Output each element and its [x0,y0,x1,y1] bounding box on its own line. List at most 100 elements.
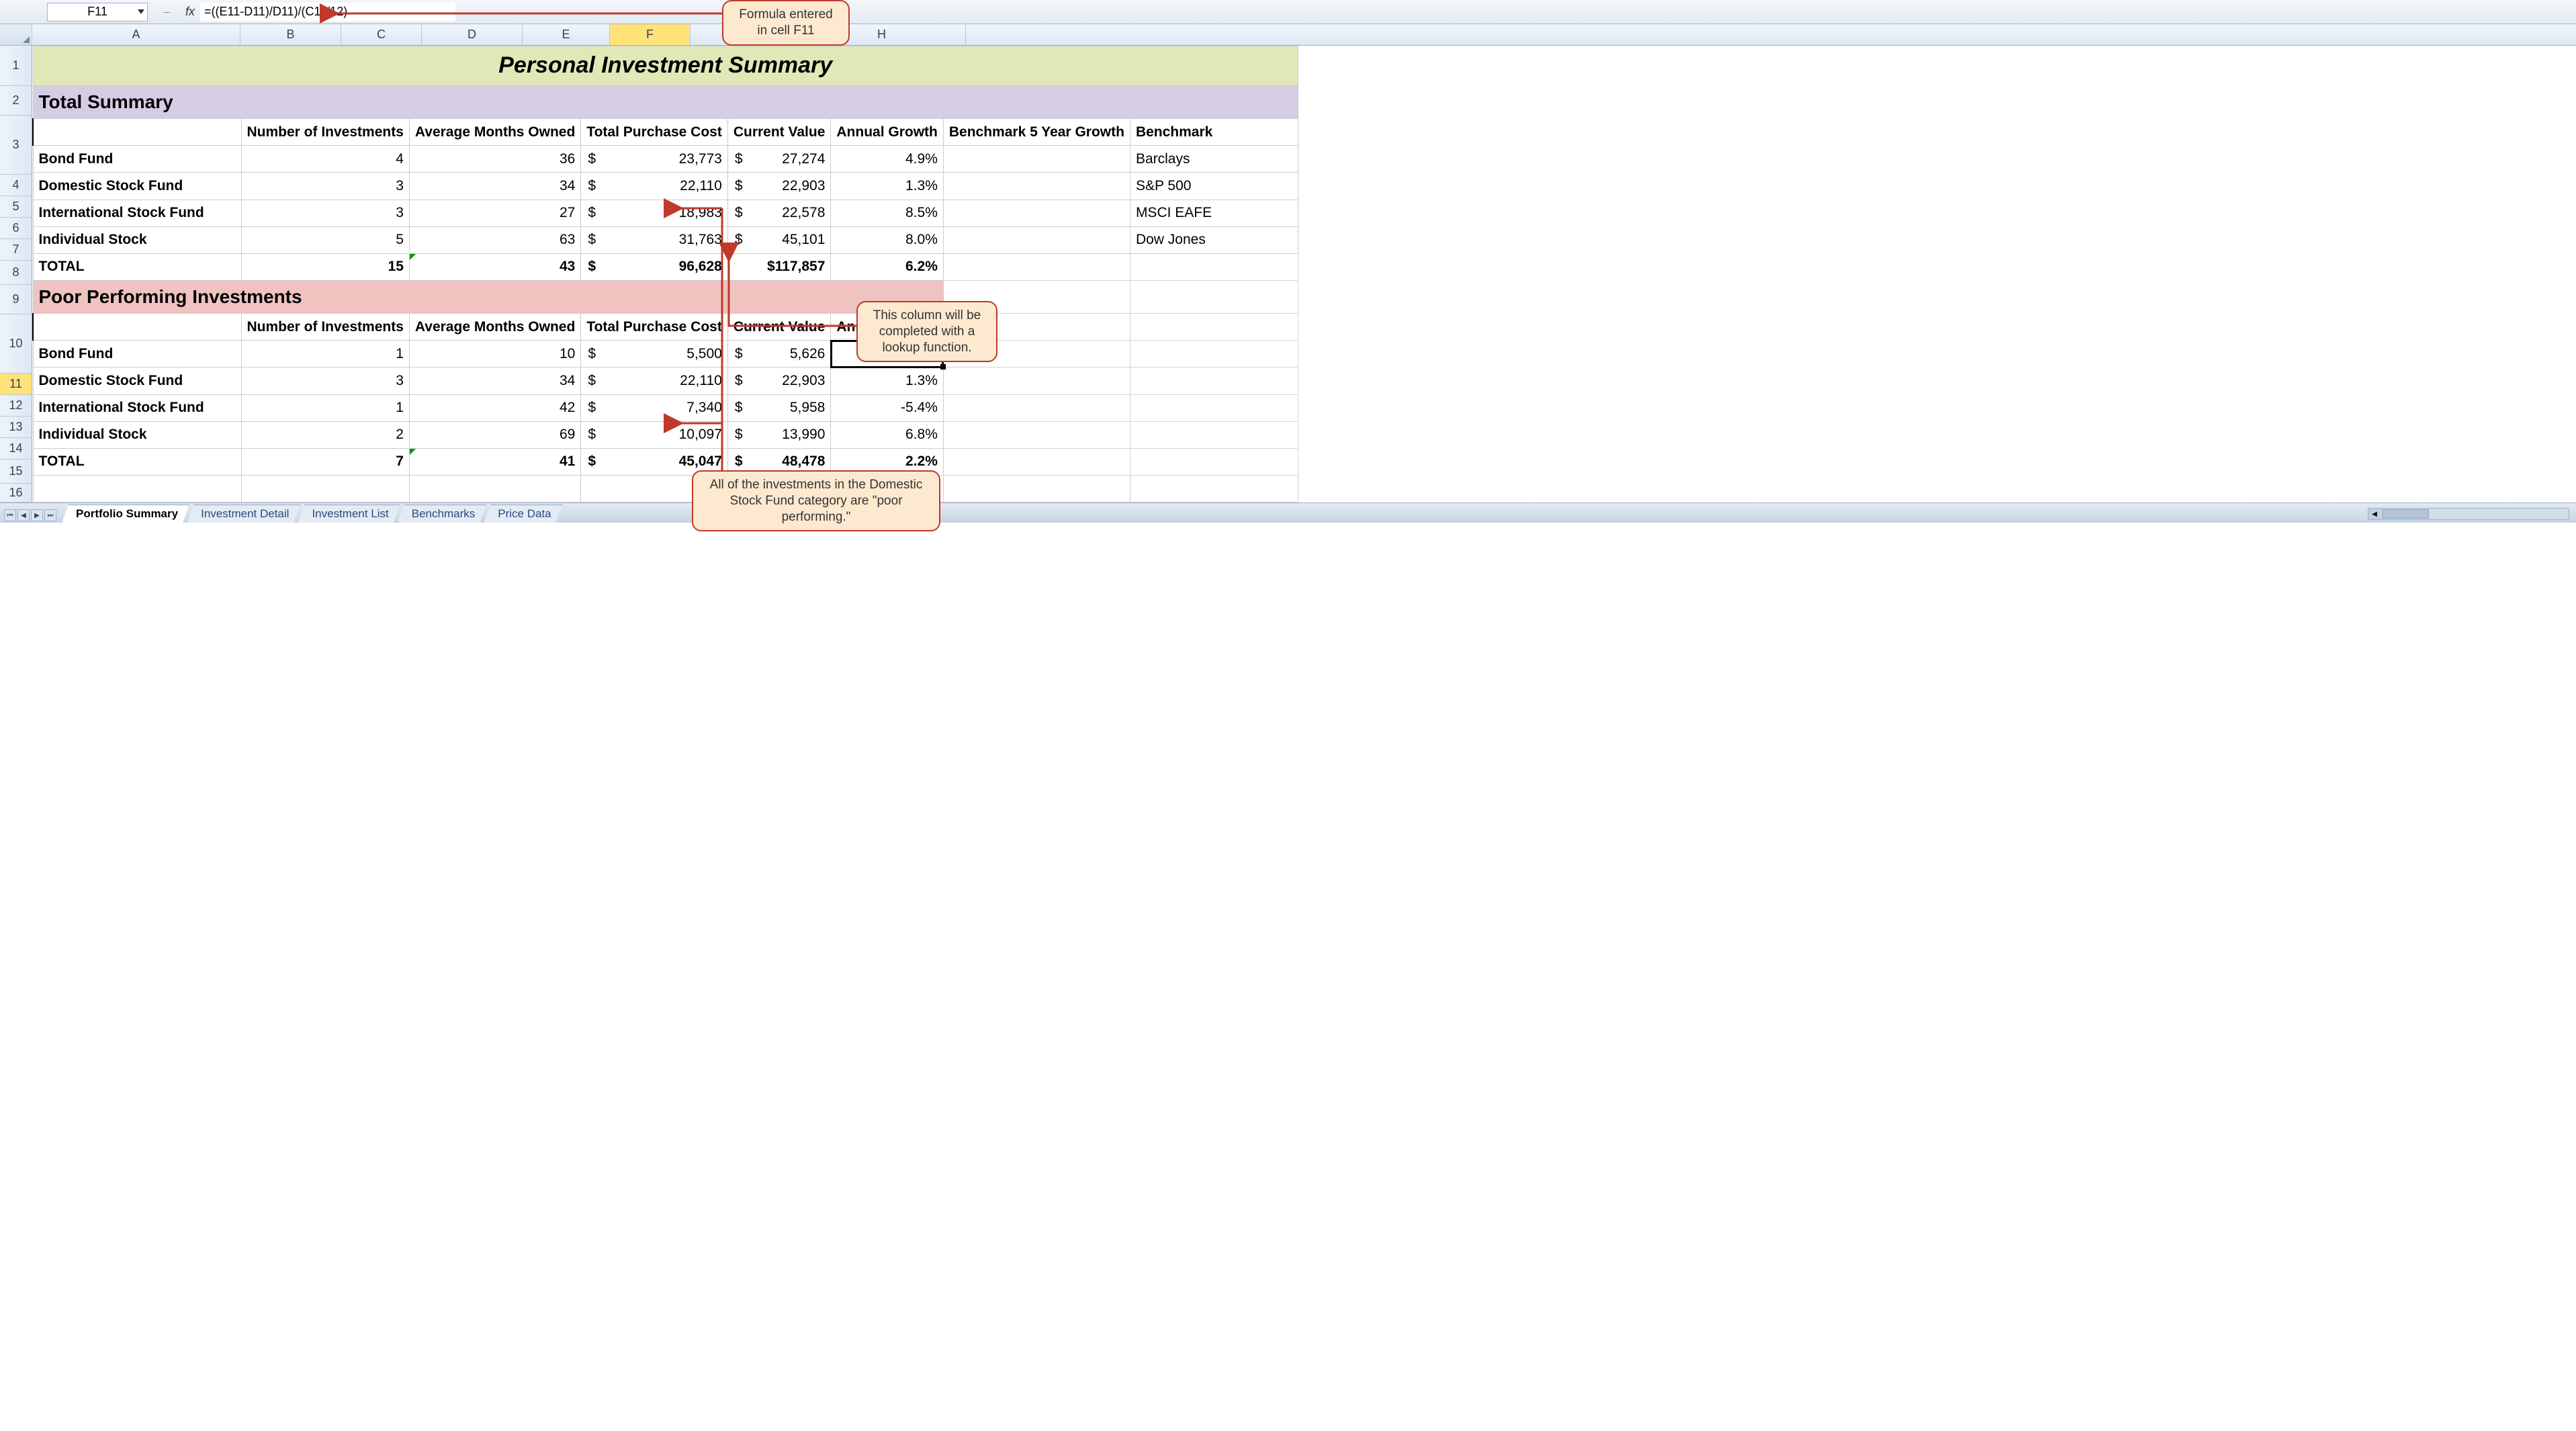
hdr2-avg-months[interactable]: Average Months Owned [409,314,580,341]
col-header-b[interactable]: B [240,24,341,45]
cell-d14[interactable]: $10,097 [581,421,728,448]
tab-nav-last-icon[interactable]: ⏭ [44,509,56,521]
horizontal-scrollbar[interactable]: ◀ [2368,508,2569,520]
row-header-1[interactable]: 1 [0,46,32,86]
row-header-4[interactable]: 4 [0,175,32,196]
cell-h16[interactable] [1130,475,1298,502]
cell-b8[interactable]: 15 [241,253,409,280]
cell-d13[interactable]: $7,340 [581,394,728,421]
cell-h14[interactable] [1130,421,1298,448]
cell-c13[interactable]: 42 [409,394,580,421]
cell-d12[interactable]: $22,110 [581,367,728,394]
cell-e7[interactable]: $45,101 [727,226,831,253]
cell-a11[interactable]: Bond Fund [33,341,241,367]
tab-benchmarks[interactable]: Benchmarks [398,505,486,523]
cell-b5[interactable]: 3 [241,173,409,200]
cell-g12[interactable] [943,367,1130,394]
col-header-a[interactable]: A [32,24,240,45]
hdr2-blank[interactable] [33,314,241,341]
cell-f6[interactable]: 8.5% [831,200,944,226]
cell-d8[interactable]: $96,628 [581,253,728,280]
cell-c11[interactable]: 10 [409,341,580,367]
col-header-c[interactable]: C [341,24,422,45]
row-header-2[interactable]: 2 [0,86,32,116]
section-total-summary[interactable]: Total Summary [33,85,1298,118]
cell-h10[interactable] [1130,314,1298,341]
cell-h12[interactable] [1130,367,1298,394]
cell-c4[interactable]: 36 [409,146,580,173]
cell-f14[interactable]: 6.8% [831,421,944,448]
cell-h5[interactable]: S&P 500 [1130,173,1298,200]
cell-a4[interactable]: Bond Fund [33,146,241,173]
cell-h9[interactable] [1130,280,1298,313]
tab-price-data[interactable]: Price Data [484,505,562,523]
row-header-7[interactable]: 7 [0,239,32,261]
cell-c16[interactable] [409,475,580,502]
cell-g6[interactable] [943,200,1130,226]
cell-g5[interactable] [943,173,1130,200]
row-header-5[interactable]: 5 [0,196,32,218]
cell-f8[interactable]: 6.2% [831,253,944,280]
hdr-benchmark[interactable]: Benchmark [1130,119,1298,146]
cell-a7[interactable]: Individual Stock [33,226,241,253]
cell-a16[interactable] [33,475,241,502]
row-header-12[interactable]: 12 [0,395,32,417]
hdr-benchmark-growth[interactable]: Benchmark 5 Year Growth [943,119,1130,146]
cell-a14[interactable]: Individual Stock [33,421,241,448]
cell-h7[interactable]: Dow Jones [1130,226,1298,253]
cell-e12[interactable]: $22,903 [727,367,831,394]
cell-g16[interactable] [943,475,1130,502]
cell-g14[interactable] [943,421,1130,448]
row-header-10[interactable]: 10 [0,314,32,374]
cell-h4[interactable]: Barclays [1130,146,1298,173]
tab-investment-detail[interactable]: Investment Detail [187,505,300,523]
formula-input[interactable]: =((E11-D11)/D11)/(C11/12) [200,3,455,21]
col-header-f[interactable]: F [610,24,691,45]
tab-investment-list[interactable]: Investment List [298,505,400,523]
cell-c5[interactable]: 34 [409,173,580,200]
fx-icon[interactable]: fx [185,5,195,19]
cell-g4[interactable] [943,146,1130,173]
cell-c6[interactable]: 27 [409,200,580,226]
cell-f13[interactable]: -5.4% [831,394,944,421]
cell-h6[interactable]: MSCI EAFE [1130,200,1298,226]
cell-b16[interactable] [241,475,409,502]
row-header-14[interactable]: 14 [0,438,32,460]
cell-g13[interactable] [943,394,1130,421]
cell-b6[interactable]: 3 [241,200,409,226]
name-box-dropdown-icon[interactable] [138,9,144,14]
cell-g8[interactable] [943,253,1130,280]
spreadsheet-grid[interactable]: Personal Investment Summary Total Summar… [32,46,1298,503]
cell-e8[interactable]: $117,857 [727,253,831,280]
cell-d5[interactable]: $22,110 [581,173,728,200]
cell-b4[interactable]: 4 [241,146,409,173]
cell-e13[interactable]: $5,958 [727,394,831,421]
row-header-9[interactable]: 9 [0,285,32,314]
hdr2-num-invest[interactable]: Number of Investments [241,314,409,341]
hdr-annual-growth[interactable]: Annual Growth [831,119,944,146]
cell-a12[interactable]: Domestic Stock Fund [33,367,241,394]
cell-c12[interactable]: 34 [409,367,580,394]
cell-a15[interactable]: TOTAL [33,448,241,475]
cell-b11[interactable]: 1 [241,341,409,367]
section-poor-performing[interactable]: Poor Performing Investments [33,280,943,313]
cell-h8[interactable] [1130,253,1298,280]
cell-f12[interactable]: 1.3% [831,367,944,394]
tab-portfolio-summary[interactable]: Portfolio Summary [62,505,189,523]
row-header-11[interactable]: 11 [0,374,32,395]
cell-a8[interactable]: TOTAL [33,253,241,280]
scroll-left-icon[interactable]: ◀ [2368,509,2381,519]
cell-b12[interactable]: 3 [241,367,409,394]
title-cell[interactable]: Personal Investment Summary [33,46,1298,86]
cell-b7[interactable]: 5 [241,226,409,253]
cell-b13[interactable]: 1 [241,394,409,421]
cell-h13[interactable] [1130,394,1298,421]
hdr2-purchase-cost[interactable]: Total Purchase Cost [581,314,728,341]
cell-c7[interactable]: 63 [409,226,580,253]
hdr-blank[interactable] [33,119,241,146]
hdr-num-invest[interactable]: Number of Investments [241,119,409,146]
cell-d7[interactable]: $31,763 [581,226,728,253]
cell-c15[interactable]: 41 [409,448,580,475]
row-header-3[interactable]: 3 [0,116,32,175]
row-header-6[interactable]: 6 [0,218,32,239]
